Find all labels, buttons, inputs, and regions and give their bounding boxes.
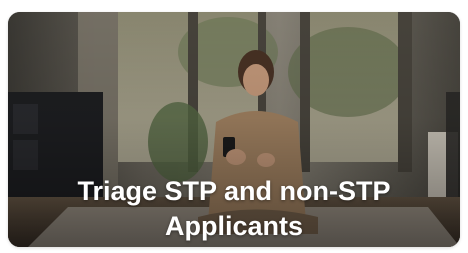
card-title: Triage STP and non-STP Applicants xyxy=(8,174,460,244)
card-title-line-1: Triage STP and non-STP xyxy=(77,176,391,206)
feature-card[interactable]: Triage STP and non-STP Applicants xyxy=(8,12,460,247)
card-title-line-2: Applicants xyxy=(164,211,304,241)
